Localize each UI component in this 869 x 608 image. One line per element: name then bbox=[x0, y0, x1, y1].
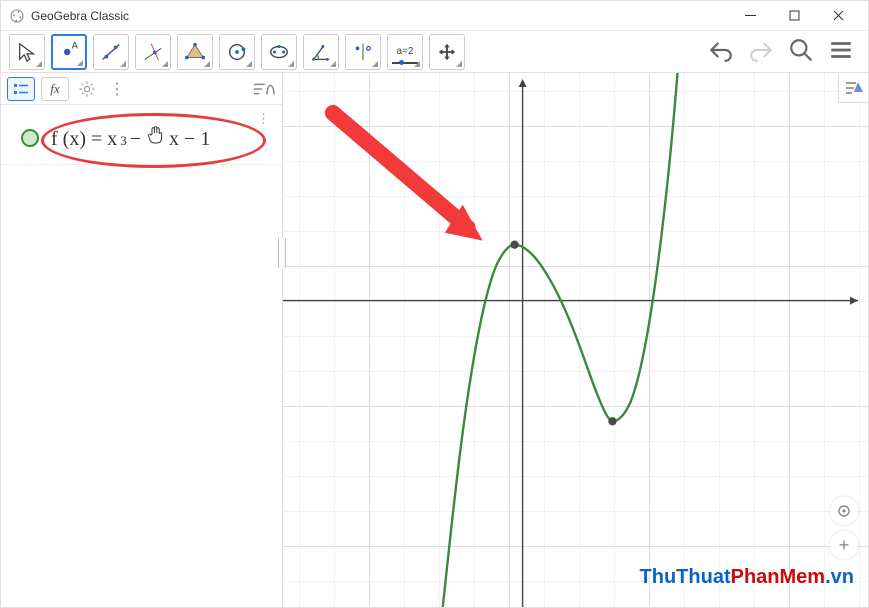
menu-button[interactable] bbox=[828, 37, 854, 66]
angle-tool[interactable] bbox=[303, 34, 339, 70]
minimize-button[interactable] bbox=[728, 2, 772, 30]
redo-button[interactable] bbox=[748, 37, 774, 66]
algebra-input-row[interactable]: f (x) = x3 − x − 1 ⋮ bbox=[1, 105, 282, 165]
settings-gear-icon[interactable] bbox=[75, 77, 99, 101]
slider-tool-label: a=2 bbox=[397, 46, 414, 57]
zoom-in-button[interactable]: + bbox=[830, 531, 858, 559]
maximize-button[interactable] bbox=[772, 2, 816, 30]
ellipse-tool[interactable] bbox=[261, 34, 297, 70]
local-min-point[interactable] bbox=[608, 417, 616, 425]
window-title: GeoGebra Classic bbox=[31, 9, 728, 23]
reflection-tool[interactable] bbox=[345, 34, 381, 70]
fx-button[interactable]: fx bbox=[41, 77, 69, 101]
point-tool[interactable]: A bbox=[51, 34, 87, 70]
slider-tool[interactable]: a=2 bbox=[387, 34, 423, 70]
workspace: fx ⋮ f (x) = x3 − x − 1 ⋮ bbox=[1, 73, 868, 607]
object-visibility-dot[interactable] bbox=[21, 129, 39, 147]
search-button[interactable] bbox=[788, 37, 814, 66]
algebra-list-toggle[interactable] bbox=[7, 77, 35, 101]
graph-canvas[interactable] bbox=[283, 73, 868, 607]
recenter-button[interactable] bbox=[830, 497, 858, 525]
sort-icon[interactable] bbox=[252, 77, 276, 101]
x-axis-arrow bbox=[850, 297, 858, 305]
y-axis-arrow bbox=[519, 79, 527, 87]
undo-button[interactable] bbox=[708, 37, 734, 66]
main-toolbar: A a=2 bbox=[1, 31, 868, 73]
titlebar: GeoGebra Classic bbox=[1, 1, 868, 31]
graphics-view[interactable]: + ThuThuatPhanMem.vn bbox=[283, 73, 868, 607]
row-kebab-icon[interactable]: ⋮ bbox=[257, 111, 270, 127]
watermark: ThuThuatPhanMem.vn bbox=[640, 566, 854, 589]
plotted-function[interactable] bbox=[443, 73, 682, 607]
annotation-arrow bbox=[333, 113, 483, 241]
svg-text:A: A bbox=[72, 41, 79, 50]
hand-cursor-icon bbox=[146, 125, 164, 151]
move-view-tool[interactable] bbox=[429, 34, 465, 70]
polygon-tool[interactable] bbox=[177, 34, 213, 70]
perpendicular-tool[interactable] bbox=[135, 34, 171, 70]
line-tool[interactable] bbox=[93, 34, 129, 70]
local-max-point[interactable] bbox=[510, 240, 518, 248]
graphics-style-toggle[interactable] bbox=[838, 73, 868, 103]
move-tool[interactable] bbox=[9, 34, 45, 70]
close-button[interactable] bbox=[816, 2, 860, 30]
function-formula[interactable]: f (x) = x3 − x − 1 bbox=[51, 125, 210, 151]
app-icon bbox=[9, 8, 25, 24]
algebra-header: fx ⋮ bbox=[1, 73, 282, 105]
algebra-view: fx ⋮ f (x) = x3 − x − 1 ⋮ bbox=[1, 73, 283, 607]
kebab-menu-icon[interactable]: ⋮ bbox=[105, 77, 129, 101]
circle-center-tool[interactable] bbox=[219, 34, 255, 70]
